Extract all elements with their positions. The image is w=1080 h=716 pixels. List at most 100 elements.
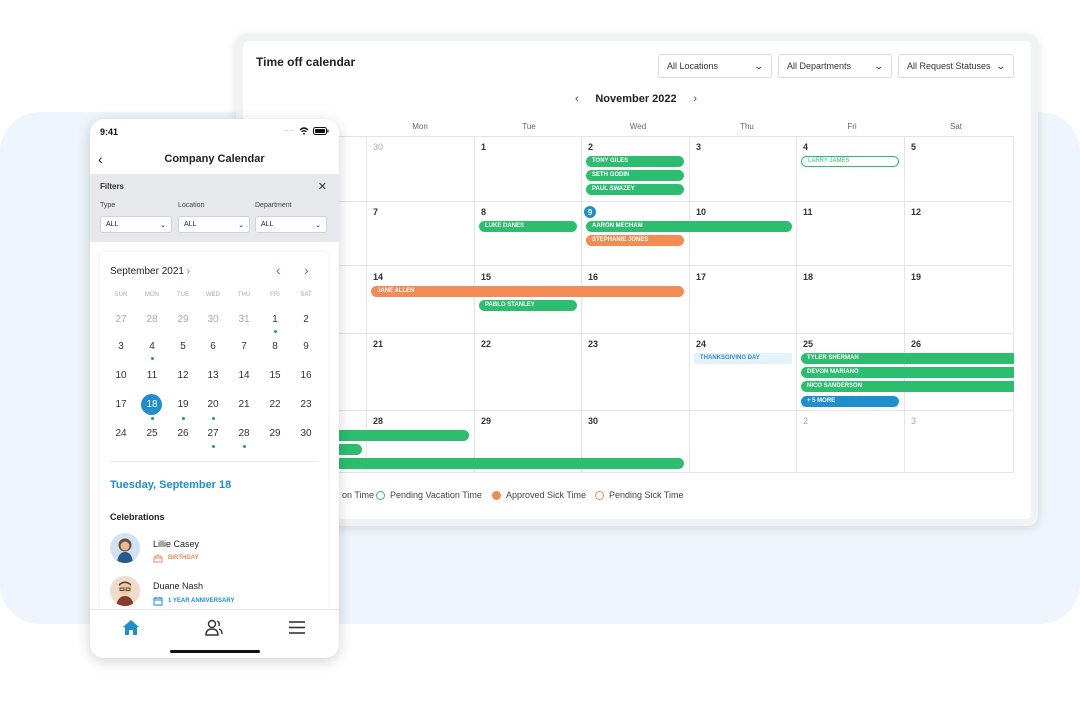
time-off-event-bar[interactable] [330,458,684,469]
calendar-day[interactable]: 17 [106,399,136,410]
time-off-event[interactable]: PABLO STANLEY [479,300,577,311]
prev-month-icon[interactable]: ‹ [575,93,579,105]
time-off-event-bar[interactable] [330,430,469,441]
menu-icon[interactable] [288,619,306,636]
day-number[interactable]: 24 [696,339,706,349]
time-off-event[interactable]: NICO SANDERSON [801,381,1014,392]
calendar-day[interactable]: 1 [260,314,290,325]
next-month-icon[interactable]: › [693,93,697,105]
calendar-day[interactable]: 19 [168,399,198,410]
day-number[interactable]: 28 [373,416,383,426]
day-number[interactable]: 4 [803,142,808,152]
day-number[interactable]: 30 [373,142,383,152]
departments-dropdown[interactable]: All Departments ⌄ [778,54,892,78]
day-number[interactable]: 30 [588,416,598,426]
calendar-day[interactable]: 23 [291,399,321,410]
calendar-day[interactable]: 15 [260,370,290,381]
day-number[interactable]: 12 [911,207,921,217]
day-number[interactable]: 29 [481,416,491,426]
location-select[interactable]: ALL ⌄ [178,216,250,233]
day-number[interactable]: 10 [696,207,706,217]
next-month-icon[interactable]: › [304,262,309,278]
close-icon[interactable]: ✕ [318,180,327,193]
calendar-day[interactable]: 13 [198,370,228,381]
calendar-day[interactable]: 30 [198,314,228,325]
calendar-day[interactable]: 29 [260,428,290,439]
people-icon[interactable] [205,619,223,636]
time-off-event[interactable]: AARON MECHAM [586,221,792,232]
day-number[interactable]: 22 [481,339,491,349]
calendar-day[interactable]: 5 [168,341,198,352]
calendar-day[interactable]: 10 [106,370,136,381]
department-select[interactable]: ALL ⌄ [255,216,327,233]
mini-calendar-month-label: September 2021 [110,266,184,277]
time-off-event[interactable]: Larry James [801,156,899,167]
day-number[interactable]: 25 [803,339,813,349]
calendar-day[interactable]: 16 [291,370,321,381]
calendar-day[interactable]: 6 [198,341,228,352]
calendar-day[interactable]: 11 [137,370,167,381]
event-dot [182,417,185,420]
day-number[interactable]: 3 [911,416,916,426]
calendar-day[interactable]: 9 [291,341,321,352]
time-off-event[interactable]: LUKE DANES [479,221,577,232]
home-icon[interactable] [122,619,140,636]
calendar-day[interactable]: 2 [291,314,321,325]
time-off-event[interactable]: STEPHANIE JONES [586,235,684,246]
day-number[interactable]: 17 [696,272,706,282]
prev-month-icon[interactable]: ‹ [276,262,281,278]
day-number[interactable]: 2 [588,142,593,152]
calendar-day[interactable]: 7 [229,341,259,352]
day-number[interactable]: 1 [481,142,486,152]
time-off-event[interactable]: TONY GILES [586,156,684,167]
chevron-down-icon: ⌄ [873,60,885,71]
calendar-day[interactable]: 27 [106,314,136,325]
time-off-event[interactable]: DEVON MARIANO [801,367,1014,378]
calendar-day[interactable]: 24 [106,428,136,439]
calendar-day[interactable]: 14 [229,370,259,381]
calendar-day[interactable]: 4 [137,341,167,352]
day-number[interactable]: 14 [373,272,383,282]
day-number[interactable]: 26 [911,339,921,349]
today-day-number[interactable]: 9 [584,206,596,218]
locations-dropdown[interactable]: All Locations ⌄ [658,54,772,78]
day-number[interactable]: 19 [911,272,921,282]
type-select[interactable]: ALL ⌄ [100,216,172,233]
selected-date-heading: Tuesday, September 18 [110,479,232,491]
calendar-day[interactable]: 28 [229,428,259,439]
day-number[interactable]: 3 [696,142,701,152]
calendar-day[interactable]: 30 [291,428,321,439]
calendar-day[interactable]: 21 [229,399,259,410]
calendar-day[interactable]: 29 [168,314,198,325]
day-number[interactable]: 11 [803,207,813,217]
calendar-day[interactable]: 28 [137,314,167,325]
calendar-day[interactable]: 25 [137,428,167,439]
day-number[interactable]: 2 [803,416,808,426]
calendar-day[interactable]: 3 [106,341,136,352]
day-number[interactable]: 18 [803,272,813,282]
calendar-day[interactable]: 20 [198,399,228,410]
time-off-event[interactable]: SETH GODIN [586,170,684,181]
day-number[interactable]: 8 [481,207,486,217]
day-number[interactable]: 23 [588,339,598,349]
time-off-event[interactable]: TYLER SHERMAN [801,353,1014,364]
calendar-day[interactable]: 12 [168,370,198,381]
day-number[interactable]: 7 [373,207,378,217]
cake-icon [153,554,163,563]
selected-calendar-day[interactable]: 18 [137,399,167,410]
calendar-day[interactable]: 8 [260,341,290,352]
day-number[interactable]: 15 [481,272,491,282]
weekday-label: MON [145,292,159,298]
day-number[interactable]: 16 [588,272,598,282]
calendar-day[interactable]: 27 [198,428,228,439]
day-number[interactable]: 5 [911,142,916,152]
time-off-event[interactable]: PAUL SWAZEY [586,184,684,195]
calendar-day[interactable]: 26 [168,428,198,439]
request-statuses-dropdown[interactable]: All Request Statuses ⌄ [898,54,1014,78]
show-more-button[interactable]: + 5 MORE [801,396,899,407]
time-off-event[interactable]: JANE ALLEN [371,286,684,297]
day-number[interactable]: 21 [373,339,383,349]
calendar-day[interactable]: 22 [260,399,290,410]
mini-calendar-month[interactable]: September 2021 › [110,266,190,277]
calendar-day[interactable]: 31 [229,314,259,325]
